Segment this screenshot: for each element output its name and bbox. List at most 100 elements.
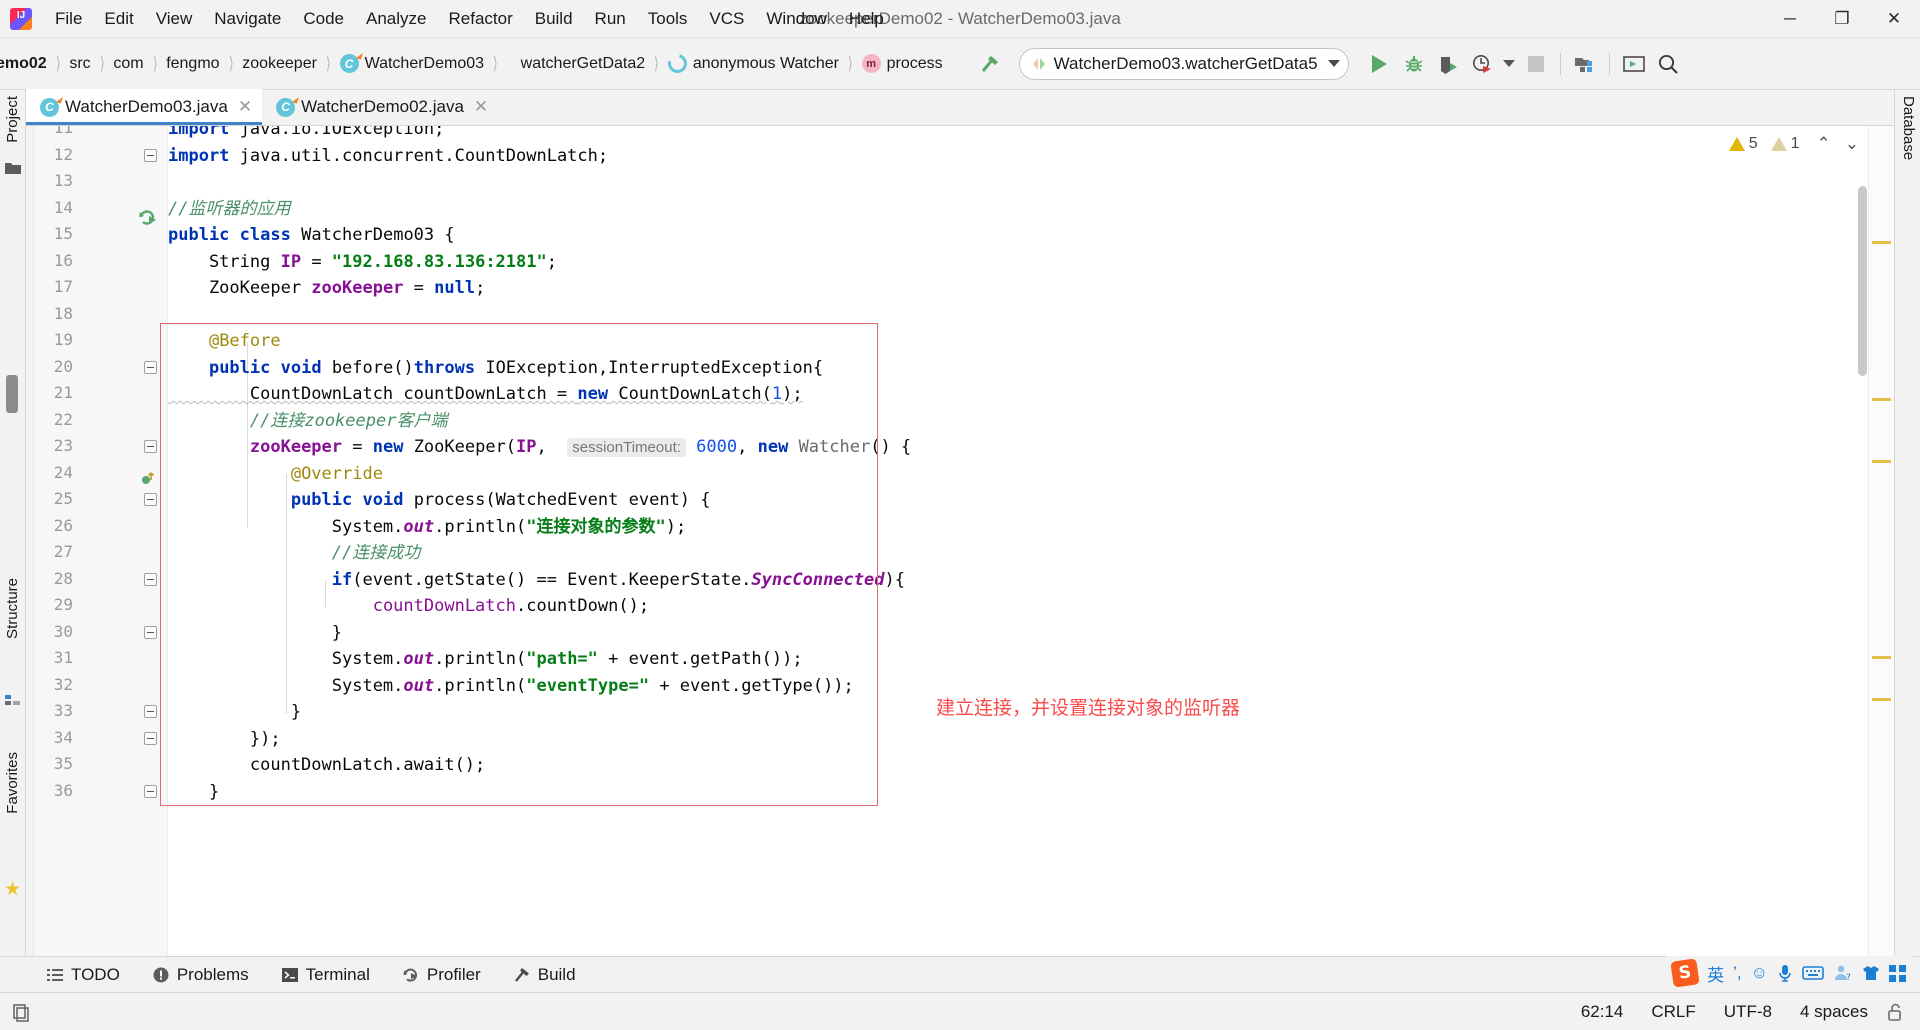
line-separator[interactable]: CRLF [1637, 1002, 1709, 1022]
next-problem-button[interactable]: ⌄ [1840, 134, 1864, 154]
build-project-button[interactable] [973, 45, 1007, 83]
caret-position[interactable]: 62:14 [1567, 1002, 1638, 1022]
code-line[interactable]: import java.io.IOException; [168, 126, 444, 143]
previous-problem-button[interactable]: ⌃ [1812, 134, 1836, 154]
menu-vcs[interactable]: VCS [698, 7, 755, 31]
code-line[interactable]: } [168, 779, 219, 806]
maximize-button[interactable]: ❐ [1816, 0, 1868, 38]
code-line[interactable]: String IP = "192.168.83.136:2181"; [168, 249, 557, 276]
bottom-tool-terminal[interactable]: Terminal [265, 957, 386, 993]
ime-keyboard-icon[interactable] [1802, 965, 1824, 981]
fold-toggle[interactable] [144, 625, 157, 639]
code-line[interactable]: if(event.getState() == Event.KeeperState… [168, 567, 905, 594]
ime-mode-english-button[interactable]: 英 [1707, 961, 1724, 986]
menu-navigate[interactable]: Navigate [203, 7, 292, 31]
debug-button[interactable] [1397, 45, 1431, 83]
close-button[interactable]: ✕ [1868, 0, 1920, 38]
marker-stripe[interactable] [1872, 656, 1891, 659]
bottom-tool-problems[interactable]: Problems [136, 957, 265, 993]
code-line[interactable]: import java.util.concurrent.CountDownLat… [168, 143, 608, 170]
code-line[interactable]: } [168, 620, 342, 647]
menu-refactor[interactable]: Refactor [437, 7, 523, 31]
ime-emoji-button[interactable]: ☺ [1751, 963, 1768, 983]
breadcrumb-src[interactable]: src [63, 38, 96, 90]
code-editor[interactable]: 11 12 13 14 15 16 17 18 19 20 21 22 23 24 25 26 27 28 29 30… [26, 126, 1894, 956]
bottom-tool-todo[interactable]: TODO [30, 957, 136, 993]
profile-dropdown-button[interactable] [1499, 45, 1519, 83]
minimize-button[interactable]: ─ [1764, 0, 1816, 38]
code-line[interactable]: } [168, 699, 301, 726]
menu-tools[interactable]: Tools [637, 7, 699, 31]
ime-punctuation-button[interactable]: ’, [1733, 963, 1742, 983]
terminal-toolbar-button[interactable] [1617, 45, 1651, 83]
editor-marker-bar[interactable] [1868, 126, 1894, 956]
sidebar-item-structure[interactable]: Structure [4, 578, 21, 639]
fold-toggle[interactable] [144, 148, 157, 162]
code-line[interactable]: System.out.println("连接对象的参数"); [168, 514, 686, 541]
code-line[interactable]: System.out.println("eventType=" + event.… [168, 673, 854, 700]
sidebar-item-database[interactable]: Database [1900, 96, 1917, 160]
run-button[interactable] [1363, 45, 1397, 83]
code-line[interactable]: }); [168, 726, 281, 753]
run-class-gutter-icon[interactable] [138, 208, 158, 228]
marker-stripe[interactable] [1872, 460, 1891, 463]
tab-watcherdemo03[interactable]: C WatcherDemo03.java ✕ [26, 89, 263, 125]
override-method-gutter-icon[interactable] [140, 471, 156, 487]
chevron-down-icon[interactable] [1327, 60, 1340, 67]
project-structure-button[interactable] [1568, 45, 1602, 83]
tab-watcherdemo02[interactable]: C WatcherDemo02.java ✕ [262, 89, 498, 125]
menu-edit[interactable]: Edit [93, 7, 144, 31]
marker-stripe[interactable] [1872, 398, 1891, 401]
tab-close-icon[interactable]: ✕ [474, 97, 488, 117]
breadcrumb-anonymous-watcher[interactable]: anonymous Watcher [662, 38, 845, 90]
toggle-sidebar-icon[interactable] [12, 1002, 32, 1022]
code-text-area[interactable]: import java.io.IOException; import java.u… [160, 126, 1894, 956]
drag-handle[interactable] [6, 375, 18, 413]
menu-code[interactable]: Code [292, 7, 355, 31]
bottom-tool-build[interactable]: Build [497, 957, 592, 993]
fold-toggle[interactable] [144, 572, 157, 586]
code-line[interactable]: public void before()throws IOException,I… [168, 355, 823, 382]
code-line[interactable]: ZooKeeper zooKeeper = null; [168, 275, 485, 302]
code-line[interactable]: countDownLatch.await(); [168, 752, 485, 779]
file-encoding[interactable]: UTF-8 [1710, 1002, 1786, 1022]
editor-gutter[interactable]: 11 12 13 14 15 16 17 18 19 20 21 22 23 24 25 26 27 28 29 30… [34, 126, 168, 956]
search-everywhere-button[interactable] [1651, 45, 1685, 83]
menu-analyze[interactable]: Analyze [355, 7, 437, 31]
code-line[interactable]: System.out.println("path=" + event.getPa… [168, 646, 803, 673]
fold-toggle[interactable] [144, 440, 157, 453]
code-line[interactable]: countDownLatch.countDown(); [168, 593, 649, 620]
indent-setting[interactable]: 4 spaces [1786, 1002, 1882, 1022]
menu-file[interactable]: File [44, 7, 93, 31]
code-line[interactable]: public void process(WatchedEvent event) … [168, 487, 711, 514]
marker-stripe[interactable] [1872, 241, 1891, 244]
inspection-summary[interactable]: 5 1 ⌃ ⌄ [1728, 134, 1864, 154]
code-line[interactable]: @Before [168, 328, 281, 355]
code-line[interactable]: //连接成功 [168, 540, 420, 567]
bottom-tool-profiler[interactable]: Profiler [386, 957, 497, 993]
fold-toggle[interactable] [144, 493, 157, 506]
code-line[interactable]: //监听器的应用 [168, 196, 290, 223]
code-line[interactable]: public class WatcherDemo03 { [168, 222, 455, 249]
menu-window[interactable]: Window [755, 7, 837, 31]
menu-view[interactable]: View [145, 7, 204, 31]
breadcrumb-method-process[interactable]: m process [856, 38, 949, 90]
breadcrumb-com[interactable]: com [107, 38, 149, 90]
code-line[interactable]: @Override [168, 461, 383, 488]
fold-toggle[interactable] [144, 360, 157, 374]
fold-toggle[interactable] [144, 784, 157, 798]
menu-help[interactable]: Help [838, 7, 895, 31]
sidebar-item-project[interactable]: Project [4, 96, 21, 143]
menu-run[interactable]: Run [584, 7, 637, 31]
marker-stripe[interactable] [1872, 698, 1891, 701]
menu-build[interactable]: Build [524, 7, 584, 31]
breadcrumb-module[interactable]: emo02 [0, 38, 53, 90]
breadcrumb-fengmo[interactable]: fengmo [160, 38, 225, 90]
ime-floating-toolbar[interactable]: S 英 ’, ☺ ? [1666, 956, 1912, 990]
code-line[interactable]: //连接zookeeper客户端 [168, 408, 448, 435]
code-line[interactable]: zooKeeper = new ZooKeeper(IP, sessionTim… [168, 434, 911, 461]
editor-vertical-scrollbar[interactable] [1858, 186, 1867, 376]
fold-toggle[interactable] [144, 705, 157, 718]
breadcrumb-class[interactable]: C WatcherDemo03 [334, 38, 490, 90]
stop-button[interactable] [1519, 45, 1553, 83]
